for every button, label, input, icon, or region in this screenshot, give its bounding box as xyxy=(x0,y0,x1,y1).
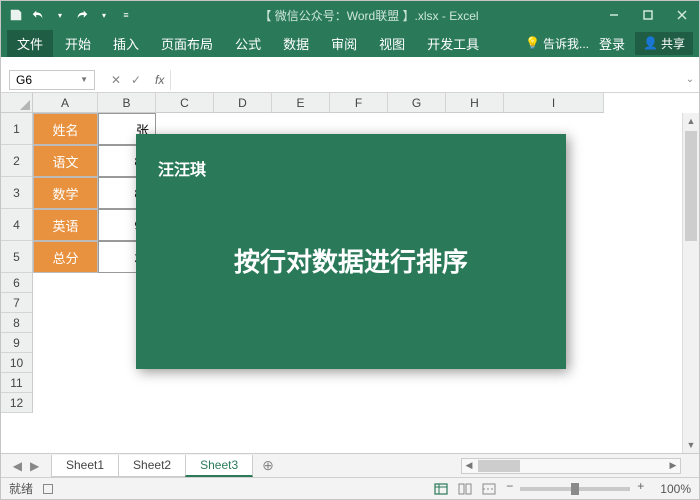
ribbon-tab[interactable]: 开发工具 xyxy=(417,30,489,57)
row-header[interactable]: 11 xyxy=(1,373,33,393)
caret-down-icon[interactable]: ▾ xyxy=(95,6,113,24)
close-button[interactable] xyxy=(665,1,699,29)
ribbon-tab[interactable]: 视图 xyxy=(369,30,415,57)
ribbon-tab[interactable]: 公式 xyxy=(225,30,271,57)
column-header[interactable]: D xyxy=(214,93,272,113)
column-header[interactable]: C xyxy=(156,93,214,113)
ribbon-tab[interactable]: 数据 xyxy=(273,30,319,57)
sheet-tab[interactable]: Sheet2 xyxy=(118,455,186,477)
zoom-level[interactable]: 100% xyxy=(660,482,691,496)
person-icon: 👤 xyxy=(643,36,658,50)
sheet-tab-bar: ◀▶ Sheet1Sheet2Sheet3 ⊕ ◀ ▶ xyxy=(1,453,699,477)
cell[interactable]: 英语 xyxy=(33,209,98,241)
redo-icon[interactable] xyxy=(73,6,91,24)
view-buttons xyxy=(430,481,500,497)
formula-bar-row: G6▼ ✕ ✓ fx ⌄ xyxy=(1,67,699,93)
ribbon-tab[interactable]: 插入 xyxy=(103,30,149,57)
column-header[interactable]: E xyxy=(272,93,330,113)
window-controls xyxy=(597,1,699,29)
add-sheet-button[interactable]: ⊕ xyxy=(252,455,284,476)
scroll-thumb[interactable] xyxy=(478,460,520,472)
fx-icon[interactable]: fx xyxy=(149,73,170,87)
row-headers[interactable]: 123456789101112 xyxy=(1,113,33,413)
cancel-formula-icon[interactable]: ✕ xyxy=(109,73,123,87)
column-header[interactable]: G xyxy=(388,93,446,113)
zoom-thumb[interactable] xyxy=(571,483,579,495)
share-button[interactable]: 👤共享 xyxy=(635,32,693,55)
column-header[interactable]: F xyxy=(330,93,388,113)
name-box[interactable]: G6▼ xyxy=(9,70,95,90)
caret-down-icon[interactable]: ▾ xyxy=(51,6,69,24)
scroll-down-icon[interactable]: ▼ xyxy=(683,437,699,453)
row-header[interactable]: 5 xyxy=(1,241,33,273)
column-header[interactable]: A xyxy=(33,93,98,113)
cell[interactable]: 数学 xyxy=(33,177,98,209)
row-header[interactable]: 1 xyxy=(1,113,33,145)
scroll-left-icon[interactable]: ◀ xyxy=(462,460,476,471)
save-icon[interactable] xyxy=(7,6,25,24)
bulb-icon: 💡 xyxy=(525,36,540,50)
column-header[interactable]: B xyxy=(98,93,156,113)
qat-customize-icon[interactable]: ≡ xyxy=(117,6,135,24)
file-tab[interactable]: 文件 xyxy=(7,30,53,57)
title-bar: ▾ ▾ ≡ 【 微信公众号：Word联盟 】.xlsx - Excel xyxy=(1,1,699,29)
row-header[interactable]: 9 xyxy=(1,333,33,353)
vertical-scrollbar[interactable]: ▲ ▼ xyxy=(682,113,699,453)
status-ready: 就绪 xyxy=(9,480,33,497)
caret-down-icon: ▼ xyxy=(80,75,88,84)
status-bar: 就绪 100% xyxy=(1,477,699,499)
overlay-banner: 汪汪琪 按行对数据进行排序 xyxy=(136,134,566,369)
macro-record-icon[interactable] xyxy=(43,484,53,494)
ribbon: 文件 开始 插入 页面布局 公式 数据 审阅 视图 开发工具 💡告诉我... 登… xyxy=(1,29,699,57)
tell-me-search[interactable]: 💡告诉我... xyxy=(525,35,589,52)
scroll-right-icon[interactable]: ▶ xyxy=(666,460,680,471)
sheet-tab[interactable]: Sheet1 xyxy=(51,455,119,477)
row-header[interactable]: 6 xyxy=(1,273,33,293)
window-title: 【 微信公众号：Word联盟 】.xlsx - Excel xyxy=(141,7,597,24)
row-header[interactable]: 10 xyxy=(1,353,33,373)
sheet-nav-arrows[interactable]: ◀▶ xyxy=(1,459,51,473)
ribbon-tab[interactable]: 审阅 xyxy=(321,30,367,57)
undo-icon[interactable] xyxy=(29,6,47,24)
ribbon-tab[interactable]: 页面布局 xyxy=(151,30,223,57)
cell[interactable]: 总分 xyxy=(33,241,98,273)
page-layout-view-icon[interactable] xyxy=(454,481,476,497)
enter-formula-icon[interactable]: ✓ xyxy=(129,73,143,87)
sheet-tab[interactable]: Sheet3 xyxy=(185,455,253,477)
page-break-view-icon[interactable] xyxy=(478,481,500,497)
ribbon-tab[interactable]: 开始 xyxy=(55,30,101,57)
column-header[interactable]: I xyxy=(504,93,604,113)
row-header[interactable]: 7 xyxy=(1,293,33,313)
row-header[interactable]: 4 xyxy=(1,209,33,241)
horizontal-scrollbar[interactable]: ◀ ▶ xyxy=(461,458,681,474)
scroll-thumb[interactable] xyxy=(685,131,697,241)
select-all-corner[interactable] xyxy=(1,93,33,113)
row-header[interactable]: 8 xyxy=(1,313,33,333)
maximize-button[interactable] xyxy=(631,1,665,29)
overlay-title: 按行对数据进行排序 xyxy=(136,242,566,279)
formula-bar[interactable] xyxy=(170,70,681,90)
row-header[interactable]: 2 xyxy=(1,145,33,177)
quick-access-toolbar: ▾ ▾ ≡ xyxy=(1,6,141,24)
minimize-button[interactable] xyxy=(597,1,631,29)
overlay-logo: 汪汪琪 xyxy=(158,156,206,180)
login-link[interactable]: 登录 xyxy=(593,30,631,57)
cell[interactable]: 语文 xyxy=(33,145,98,177)
zoom-slider[interactable] xyxy=(520,487,630,491)
normal-view-icon[interactable] xyxy=(430,481,452,497)
row-header[interactable]: 12 xyxy=(1,393,33,413)
scroll-up-icon[interactable]: ▲ xyxy=(683,113,699,129)
column-headers[interactable]: ABCDEFGHI xyxy=(33,93,604,113)
column-header[interactable]: H xyxy=(446,93,504,113)
row-header[interactable]: 3 xyxy=(1,177,33,209)
cell[interactable]: 姓名 xyxy=(33,113,98,145)
expand-formula-bar-icon[interactable]: ⌄ xyxy=(681,74,699,85)
